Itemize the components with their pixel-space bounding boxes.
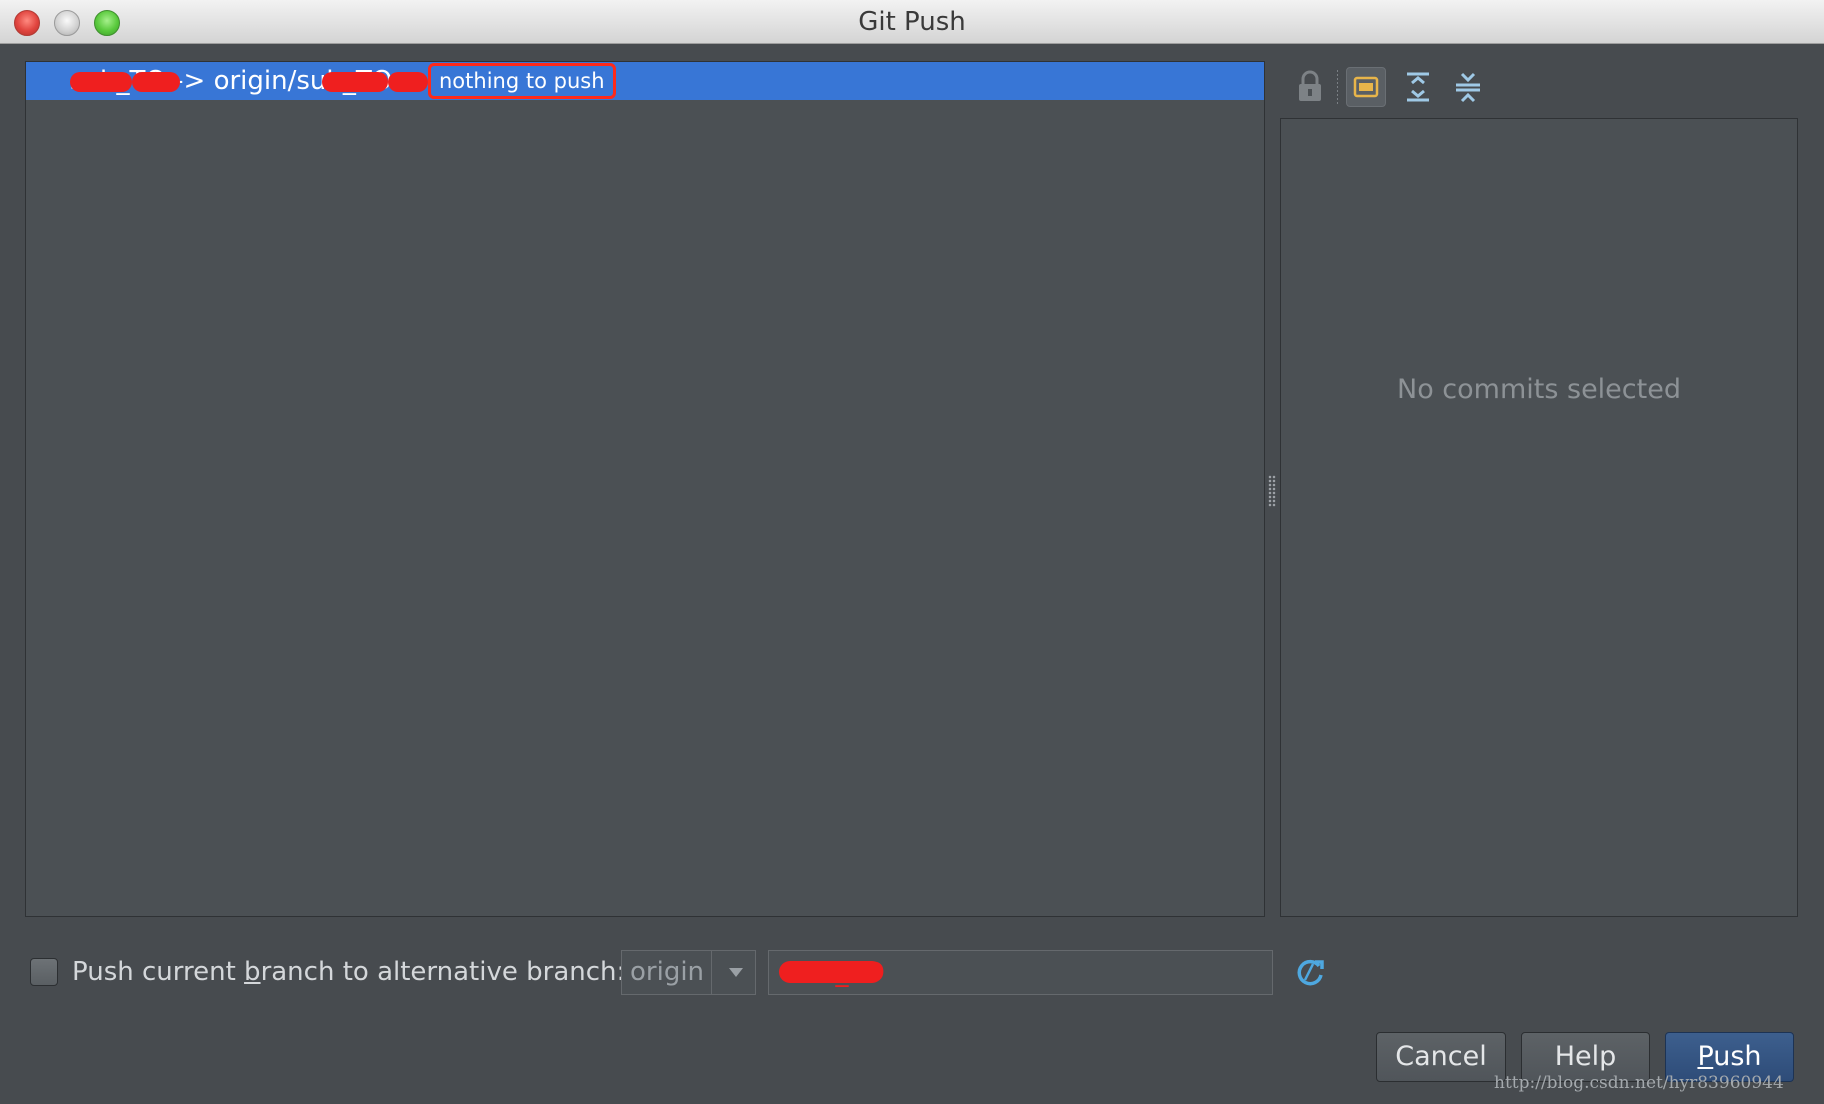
collapse-all-icon[interactable] [1448, 67, 1488, 107]
redaction-mark [132, 72, 180, 92]
watermark-text: http://blog.csdn.net/hyr83960944 [1494, 1073, 1784, 1093]
push-tree-panel[interactable]: sub_TO -> origin/sub_TO nothing to push [25, 61, 1265, 917]
push-alternative-label: Push current branch to alternative branc… [72, 955, 625, 989]
combo-divider [711, 951, 712, 994]
chevron-down-icon[interactable] [718, 955, 754, 989]
redaction-mark [388, 72, 428, 92]
empty-state-text: No commits selected [1397, 374, 1681, 405]
expand-all-icon[interactable] [1398, 67, 1438, 107]
label-mnemonic: b [244, 957, 261, 987]
window-title: Git Push [858, 7, 966, 37]
redaction-mark [322, 72, 388, 92]
push-label-rest: ush [1713, 1041, 1762, 1072]
nothing-to-push-status: nothing to push [428, 63, 616, 99]
redaction-mark [779, 961, 883, 983]
target-branch-input[interactable]: sub_TO [768, 950, 1273, 995]
label-prefix: Push current [72, 957, 245, 987]
refresh-icon[interactable] [1290, 953, 1328, 991]
layout-icon[interactable] [1346, 67, 1386, 107]
title-bar: Git Push [0, 0, 1824, 44]
cancel-button[interactable]: Cancel [1376, 1032, 1506, 1082]
panel-splitter-handle[interactable] [1268, 475, 1276, 507]
tree-row-branch[interactable]: sub_TO -> origin/sub_TO nothing to push [26, 62, 1264, 100]
commit-details-panel: No commits selected [1280, 118, 1798, 917]
push-mnemonic: P [1697, 1041, 1714, 1072]
push-alternative-checkbox[interactable] [30, 958, 58, 986]
lock-icon[interactable] [1290, 67, 1330, 107]
remote-select[interactable]: origin [621, 950, 756, 995]
redaction-mark [70, 72, 132, 92]
remote-select-value: origin [630, 957, 705, 987]
toolbar-separator [1337, 70, 1338, 104]
label-suffix: ranch to alternative branch: [260, 957, 626, 987]
